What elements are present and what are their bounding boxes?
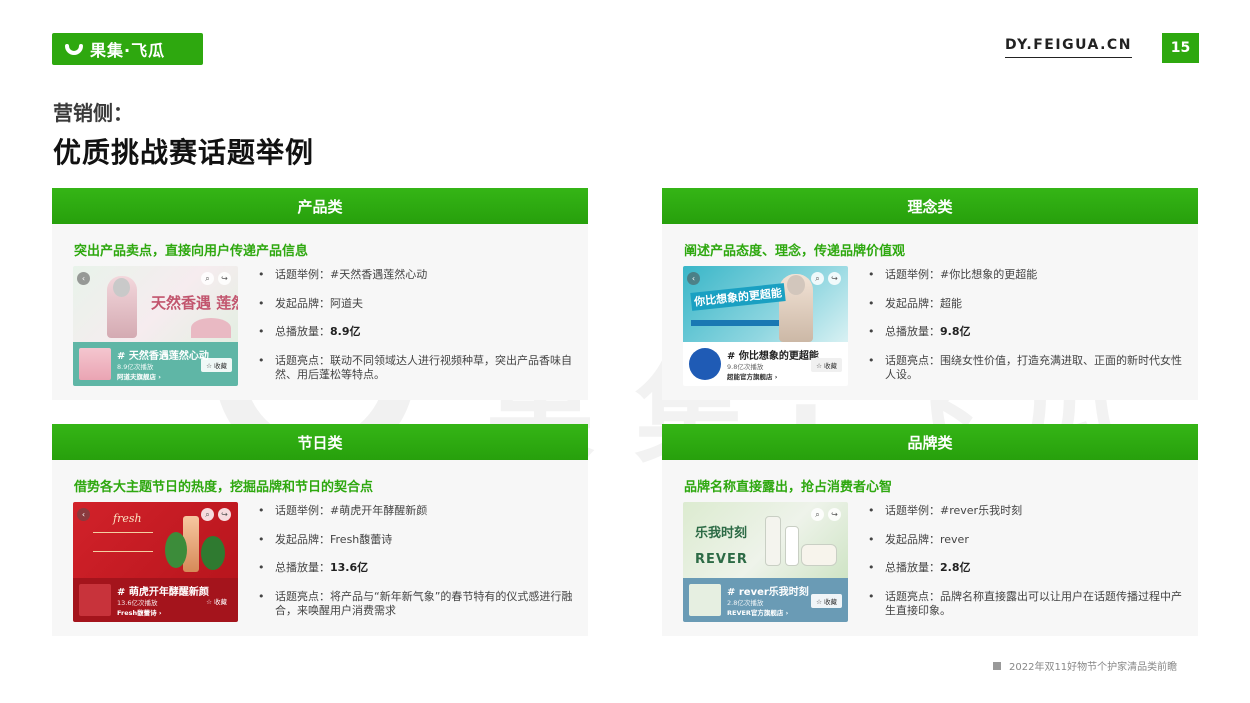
list-item: 发起品牌：阿道夫: [258, 297, 578, 311]
thumb-overlay-title: fresh: [113, 512, 142, 525]
thumb-topic-tag: # 萌虎开年酵醒新颜: [117, 587, 209, 598]
favorite-button[interactable]: ☆ 收藏: [201, 358, 232, 372]
search-icon[interactable]: ⌕: [201, 272, 214, 285]
plays-value: 13.6亿: [330, 561, 369, 574]
thumb-brand-link[interactable]: Fresh馥蕾诗 ›: [117, 607, 162, 617]
panel-description: 突出产品卖点，直接向用户传递产品信息: [74, 244, 309, 259]
thumb-brand-link[interactable]: 阿道夫旗舰店 ›: [117, 371, 161, 381]
topic-avatar: [689, 584, 721, 616]
thumb-overlay-title: 乐我时刻: [695, 526, 748, 541]
panel-header: 产品类: [52, 188, 588, 224]
share-icon[interactable]: ↪: [218, 508, 231, 521]
back-icon[interactable]: ‹: [77, 272, 90, 285]
topic-value: #你比想象的更超能: [940, 268, 1038, 281]
list-item: 话题举例：#rever乐我时刻: [868, 504, 1188, 518]
panel-concept: 理念类 阐述产品态度、理念，传递品牌价值观 你比想象的更超能 ‹ ⌕ ↪ # 你…: [662, 188, 1198, 400]
favorite-button[interactable]: ☆ 收藏: [811, 358, 842, 372]
panel-description: 品牌名称直接露出，抢占消费者心智: [684, 480, 893, 495]
topic-avatar: [689, 348, 721, 380]
topic-details: 话题举例：#天然香遇莲然心动 发起品牌：阿道夫 总播放量：8.9亿 话题亮点：联…: [258, 268, 578, 396]
list-item: 话题举例：#你比想象的更超能: [868, 268, 1188, 282]
panel-description: 借势各大主题节日的热度，挖掘品牌和节日的契合点: [74, 480, 374, 495]
brand-value: rever: [940, 532, 969, 546]
share-icon[interactable]: ↪: [828, 508, 841, 521]
thumb-overlay-title: 你比想象的更超能: [690, 283, 786, 311]
brand-value: 阿道夫: [330, 296, 363, 310]
panel-festival: 节日类 借势各大主题节日的热度，挖掘品牌和节日的契合点 fresh ‹ ⌕ ↪ …: [52, 424, 588, 636]
panel-header: 品牌类: [662, 424, 1198, 460]
topic-details: 话题举例：#rever乐我时刻 发起品牌：rever 总播放量：2.8亿 话题亮…: [868, 504, 1188, 632]
video-thumbnail[interactable]: 天然香遇 莲然心动 ‹ ⌕ ↪ # 天然香遇莲然心动 8.9亿次播放 阿道夫旗舰…: [73, 266, 238, 386]
panel-product: 产品类 突出产品卖点，直接向用户传递产品信息 天然香遇 莲然心动 ‹ ⌕ ↪ #…: [52, 188, 588, 400]
section-subtitle: 营销侧：: [53, 101, 133, 125]
video-thumbnail[interactable]: fresh ‹ ⌕ ↪ # 萌虎开年酵醒新颜 13.6亿次播放 Fresh馥蕾诗…: [73, 502, 238, 622]
topic-value: #萌虎开年酵醒新颜: [330, 504, 428, 517]
favorite-button[interactable]: ☆ 收藏: [201, 594, 232, 608]
search-icon[interactable]: ⌕: [811, 508, 824, 521]
list-item: 话题举例：#萌虎开年酵醒新颜: [258, 504, 578, 518]
video-thumbnail[interactable]: 你比想象的更超能 ‹ ⌕ ↪ # 你比想象的更超能 9.8亿次播放 超能官方旗舰…: [683, 266, 848, 386]
list-item: 发起品牌：超能: [868, 297, 1188, 311]
topic-avatar: [79, 584, 111, 616]
share-icon[interactable]: ↪: [828, 272, 841, 285]
back-icon[interactable]: ‹: [77, 508, 90, 521]
panel-brand: 品牌类 品牌名称直接露出，抢占消费者心智 乐我时刻 REVER ⌕ ↪ # re…: [662, 424, 1198, 636]
brand-value: 超能: [940, 296, 962, 310]
brand-value: Fresh馥蕾诗: [330, 532, 393, 546]
thumb-play-count: 8.9亿次播放: [117, 363, 154, 371]
list-item: 发起品牌：Fresh馥蕾诗: [258, 533, 578, 547]
search-icon[interactable]: ⌕: [811, 272, 824, 285]
thumb-topic-tag: # rever乐我时刻: [727, 587, 809, 598]
list-item: 总播放量：9.8亿: [868, 325, 1188, 339]
site-url[interactable]: DY.FEIGUA.CN: [1005, 37, 1132, 58]
logo-text: 果集·飞瓜: [90, 41, 166, 60]
back-icon[interactable]: ‹: [687, 272, 700, 285]
thumb-brand-link[interactable]: REVER官方旗舰店 ›: [727, 607, 788, 617]
list-item: 话题举例：#天然香遇莲然心动: [258, 268, 578, 282]
page-title: 优质挑战赛话题举例: [53, 136, 315, 169]
list-item: 话题亮点：联动不同领域达人进行视频种草，突出产品香味自然、用后蓬松等特点。: [258, 354, 578, 382]
topic-value: #天然香遇莲然心动: [330, 268, 428, 281]
list-item: 发起品牌：rever: [868, 533, 1188, 547]
panel-header: 节日类: [52, 424, 588, 460]
topic-value: #rever乐我时刻: [940, 504, 1023, 517]
topic-details: 话题举例：#萌虎开年酵醒新颜 发起品牌：Fresh馥蕾诗 总播放量：13.6亿 …: [258, 504, 578, 632]
plays-value: 2.8亿: [940, 561, 971, 574]
list-item: 话题亮点：品牌名称直接露出可以让用户在话题传播过程中产生直接印象。: [868, 590, 1188, 618]
plays-value: 9.8亿: [940, 325, 971, 338]
footer-source: 2022年双11好物节个护家清品类前瞻: [993, 658, 1177, 673]
thumb-topic-tag: # 天然香遇莲然心动: [117, 351, 209, 362]
list-item: 话题亮点：将产品与“新年新气象”的春节特有的仪式感进行融合，来唤醒用户消费需求: [258, 590, 578, 618]
thumb-play-count: 13.6亿次播放: [117, 599, 158, 607]
video-thumbnail[interactable]: 乐我时刻 REVER ⌕ ↪ # rever乐我时刻 2.8亿次播放 REVER…: [683, 502, 848, 622]
favorite-button[interactable]: ☆ 收藏: [811, 594, 842, 608]
thumb-topic-tag: # 你比想象的更超能: [727, 351, 819, 362]
thumb-brand-link[interactable]: 超能官方旗舰店 ›: [727, 371, 777, 381]
feigua-logo-icon: [64, 39, 84, 59]
panel-header: 理念类: [662, 188, 1198, 224]
thumb-play-count: 2.8亿次播放: [727, 599, 764, 607]
footer-text: 2022年双11好物节个护家清品类前瞻: [1009, 662, 1178, 673]
list-item: 总播放量：2.8亿: [868, 561, 1188, 575]
share-icon[interactable]: ↪: [218, 272, 231, 285]
square-bullet-icon: [993, 661, 1001, 670]
thumb-overlay-title: 天然香遇 莲然心动: [151, 294, 238, 312]
thumb-overlay-brand: REVER: [695, 552, 748, 567]
page-number: 15: [1162, 33, 1199, 63]
search-icon[interactable]: ⌕: [201, 508, 214, 521]
brand-logo: 果集·飞瓜: [52, 33, 203, 65]
list-item: 总播放量：8.9亿: [258, 325, 578, 339]
thumb-play-count: 9.8亿次播放: [727, 363, 764, 371]
plays-value: 8.9亿: [330, 325, 361, 338]
list-item: 话题亮点：围绕女性价值，打造充满进取、正面的新时代女性人设。: [868, 354, 1188, 382]
topic-avatar: [79, 348, 111, 380]
panel-description: 阐述产品态度、理念，传递品牌价值观: [684, 244, 906, 259]
topic-details: 话题举例：#你比想象的更超能 发起品牌：超能 总播放量：9.8亿 话题亮点：围绕…: [868, 268, 1188, 396]
list-item: 总播放量：13.6亿: [258, 561, 578, 575]
